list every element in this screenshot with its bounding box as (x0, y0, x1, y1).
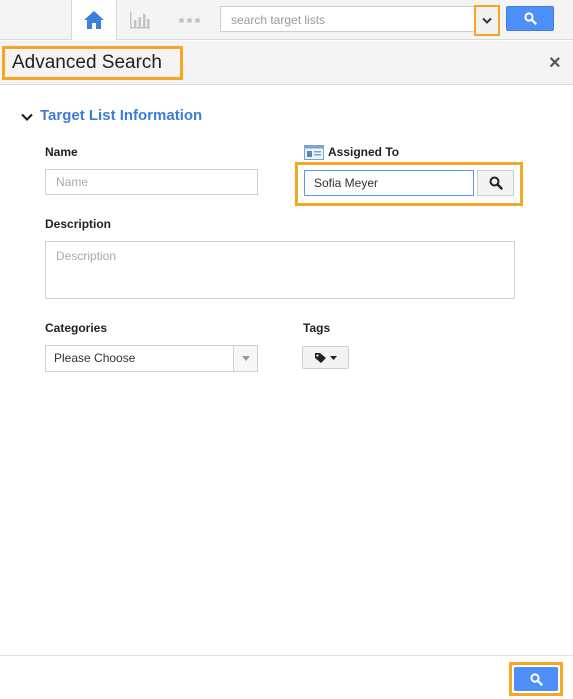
search-button[interactable] (506, 6, 554, 31)
search-input[interactable]: search target lists (220, 6, 475, 32)
more-dot (194, 17, 200, 23)
page-title: Advanced Search (2, 46, 183, 80)
contact-card-icon (304, 145, 324, 160)
search-options-dropdown[interactable] (474, 5, 500, 36)
search-icon (529, 672, 543, 686)
section-collapse-toggle[interactable] (20, 110, 34, 124)
home-icon (84, 11, 104, 29)
description-textarea[interactable]: Description (45, 241, 515, 299)
chevron-down-icon (482, 17, 492, 24)
bar-chart-icon (130, 12, 150, 29)
reports-tab[interactable] (117, 0, 163, 40)
assigned-to-input[interactable]: Sofia Meyer (304, 170, 474, 196)
panel-header: Advanced Search (0, 41, 573, 85)
assigned-to-field: Sofia Meyer (295, 162, 523, 206)
assigned-to-label: Assigned To (328, 145, 400, 159)
description-label: Description (45, 217, 112, 231)
categories-label: Categories (45, 321, 108, 335)
more-dot (186, 17, 192, 23)
caret-down-icon (330, 355, 337, 360)
more-tab[interactable] (166, 0, 212, 40)
more-dots-icon (178, 17, 184, 23)
categories-selected-value: Please Choose (54, 351, 136, 365)
assigned-to-lookup-button[interactable] (477, 170, 514, 196)
categories-select[interactable]: Please Choose (45, 345, 258, 372)
tags-dropdown-button[interactable] (302, 346, 349, 369)
name-label: Name (45, 145, 78, 159)
close-icon: × (549, 52, 561, 74)
advanced-search-submit-button[interactable] (514, 667, 558, 691)
name-input[interactable]: Name (45, 169, 258, 195)
tags-label: Tags (303, 321, 331, 335)
top-bar: search target lists (0, 0, 573, 40)
chevron-down-icon (21, 113, 33, 121)
search-icon (489, 176, 503, 190)
panel-footer (0, 655, 573, 699)
search-icon (523, 12, 537, 25)
tag-icon (315, 352, 326, 363)
section-title[interactable]: Target List Information (40, 107, 202, 124)
close-button[interactable]: × (549, 52, 561, 74)
home-tab[interactable] (71, 0, 117, 40)
advanced-search-submit-wrapper (509, 662, 563, 696)
dropdown-arrow-icon (233, 346, 257, 371)
